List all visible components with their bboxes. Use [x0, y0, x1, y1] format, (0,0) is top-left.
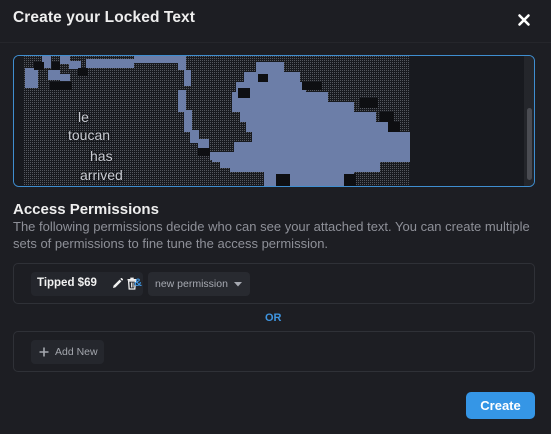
- close-icon: [518, 14, 530, 26]
- add-permission-set: Add New: [13, 331, 535, 372]
- text-line: arrived: [80, 167, 123, 183]
- text-area-scrollbar[interactable]: [524, 56, 534, 186]
- header-divider: [0, 42, 551, 43]
- add-new-button[interactable]: Add New: [31, 340, 104, 364]
- locked-text-modal: Create your Locked Text le toucan has ar…: [0, 0, 551, 434]
- modal-title: Create your Locked Text: [13, 9, 196, 26]
- text-line: has: [90, 148, 113, 164]
- text-line: le: [78, 109, 89, 125]
- plus-icon: [39, 347, 49, 357]
- scrollbar-thumb[interactable]: [527, 108, 532, 180]
- permission-tag-label: Tipped $69: [37, 277, 97, 289]
- create-button[interactable]: Create: [466, 392, 535, 419]
- locked-text-input[interactable]: le toucan has arrived: [13, 55, 535, 187]
- or-separator: OR: [265, 312, 282, 324]
- access-permissions-description: The following permissions decide who can…: [13, 219, 530, 251]
- and-operator: &: [134, 277, 142, 289]
- permission-select-value: new permission: [155, 278, 228, 290]
- permission-tag: Tipped $69: [31, 272, 143, 296]
- text-line: toucan: [68, 127, 111, 143]
- pencil-icon[interactable]: [111, 277, 124, 295]
- close-button[interactable]: [514, 10, 534, 30]
- permission-type-select[interactable]: new permission: [148, 272, 250, 296]
- add-new-label: Add New: [55, 346, 98, 358]
- access-permissions-heading: Access Permissions: [13, 201, 159, 218]
- caret-down-icon: [234, 282, 242, 287]
- permission-set: Tipped $69 & new permission: [13, 263, 535, 304]
